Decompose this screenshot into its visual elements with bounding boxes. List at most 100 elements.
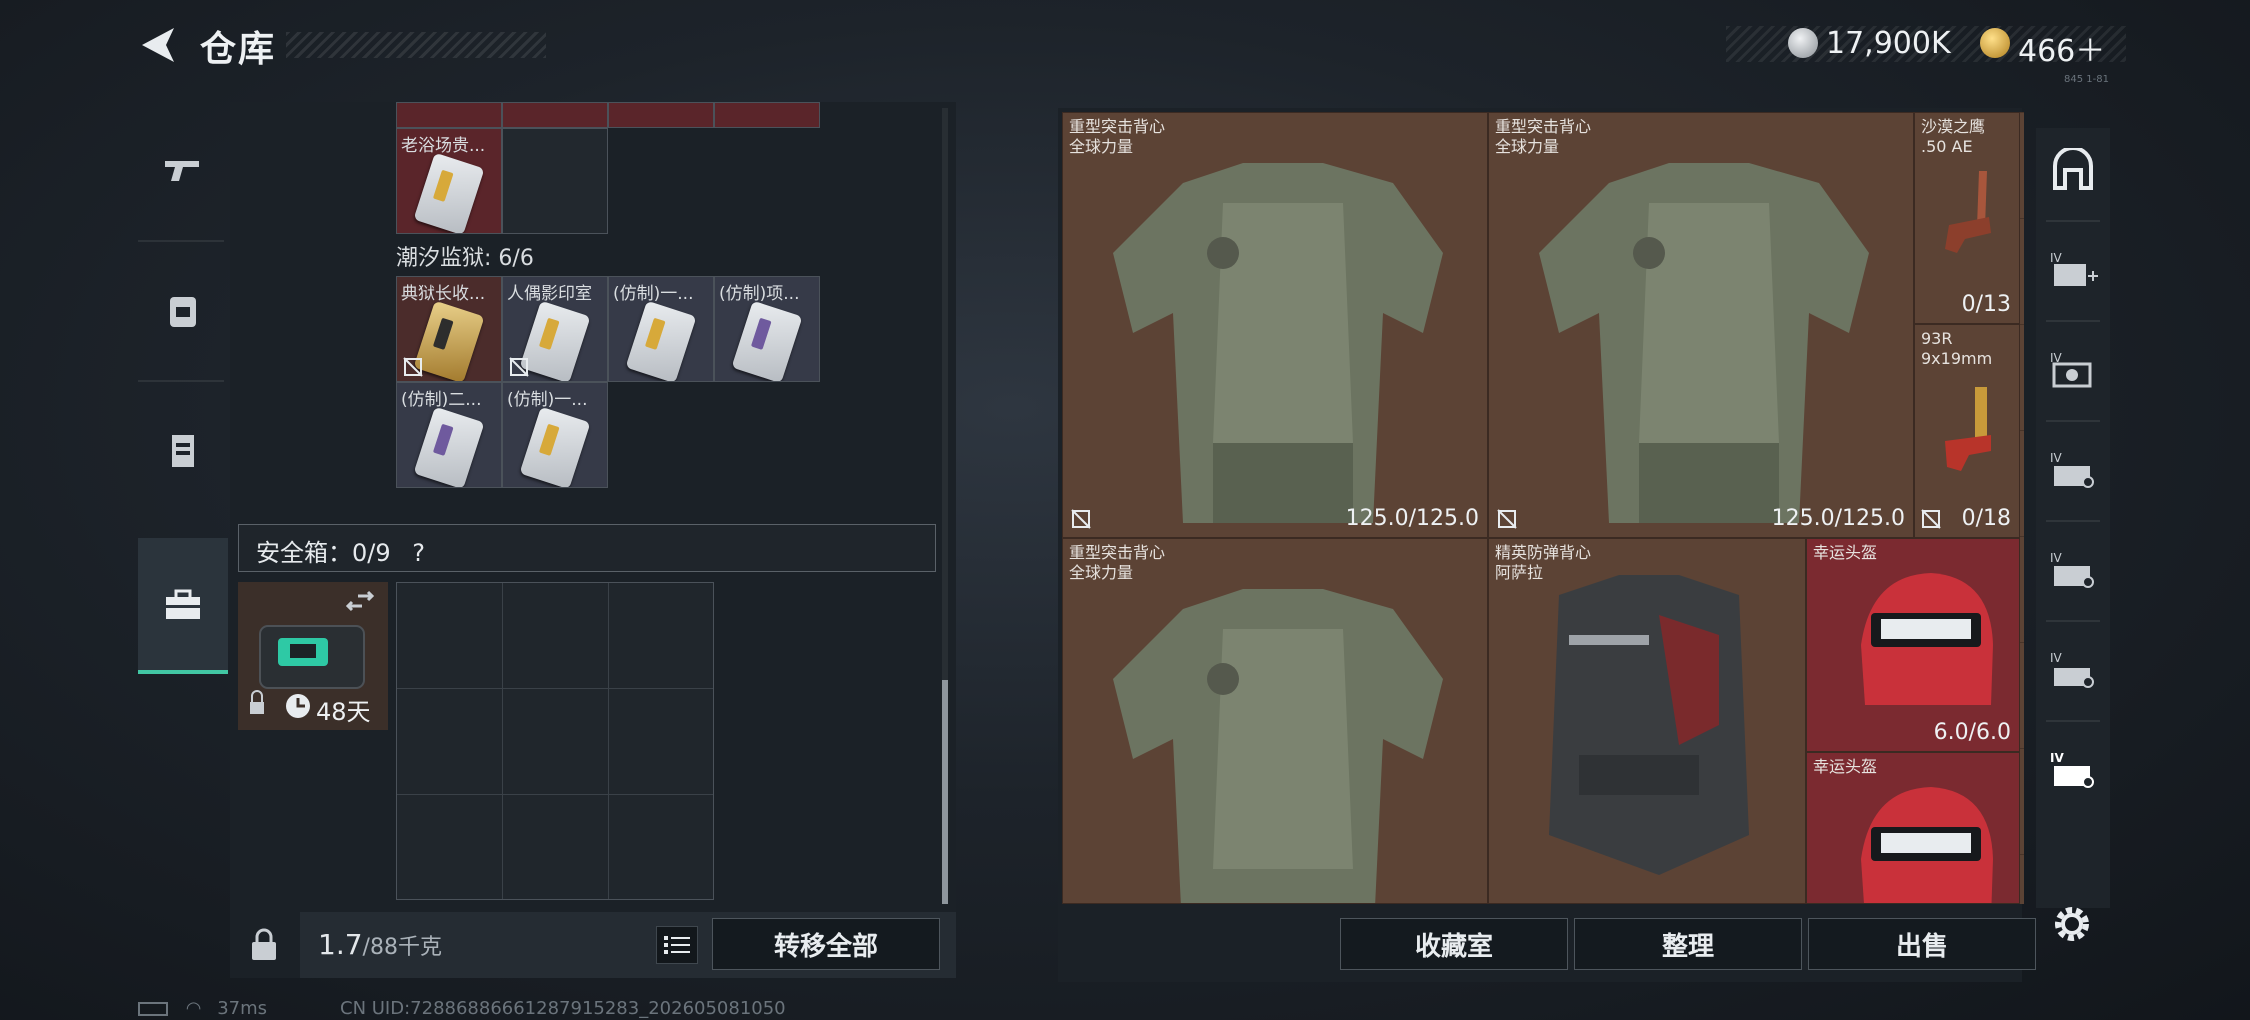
stash-item-vest[interactable]: 精英防弹背心 阿萨拉	[1488, 538, 1806, 904]
stash-item-helmet[interactable]: 幸运头盔	[1806, 752, 2020, 904]
gold-coin-value[interactable]: 466＋	[2018, 26, 2105, 70]
stash-camera-icon: IV	[2050, 351, 2092, 388]
toolbox-icon	[166, 589, 200, 619]
inventory-cell[interactable]	[502, 128, 608, 234]
inventory-item[interactable]: (仿制)一...	[502, 382, 608, 488]
stash-item-weapon[interactable]: 93R 9x19mm 0/18	[1914, 324, 2020, 538]
inventory-item[interactable]: 人偶影印室	[502, 276, 608, 382]
item-label: 人偶影印室	[507, 284, 592, 304]
item-durability: 6.0/6.0	[1933, 720, 2011, 745]
item-name: 幸运头盔	[1813, 757, 1878, 776]
svg-text:IV: IV	[2050, 251, 2063, 265]
wifi-icon: ◠	[185, 998, 202, 1019]
inventory-cell[interactable]	[502, 102, 608, 128]
settings-gear-icon[interactable]	[2048, 900, 2096, 948]
vest-image-icon	[1113, 163, 1443, 523]
vest-image-icon	[1549, 575, 1749, 875]
rail-tab-safebox[interactable]	[138, 538, 228, 674]
item-label: (仿制)二...	[401, 390, 482, 410]
collection-room-button[interactable]: 收藏室	[1340, 918, 1568, 970]
list-view-button[interactable]	[656, 926, 698, 964]
keycard-icon	[413, 300, 485, 381]
no-bind-icon	[1921, 509, 1941, 529]
backpack-icon	[170, 297, 196, 327]
transfer-all-button[interactable]: 转移全部	[712, 918, 940, 970]
title-decoration	[286, 32, 546, 58]
rail-tab-map-zone[interactable]	[2036, 128, 2110, 212]
no-bind-icon	[1497, 509, 1517, 529]
inventory-cell[interactable]	[608, 102, 714, 128]
item-durability: 125.0/125.0	[1345, 506, 1479, 531]
item-label: (仿制)项...	[719, 284, 800, 304]
item-ammo-count: 0/18	[1961, 506, 2011, 531]
keycard-icon	[519, 406, 591, 487]
stash-item-vest[interactable]: 重型突击背心 全球力量 125.0/125.0	[1062, 112, 1488, 538]
item-name: 93R 9x19mm	[1921, 329, 1993, 368]
rail-tab-stash-camera[interactable]: IV	[2036, 328, 2110, 412]
silver-coin-value: 17,900K	[1826, 26, 1951, 61]
stash-case-icon-2: IV	[2050, 551, 2094, 588]
inventory-cell[interactable]	[396, 102, 502, 128]
silver-coin-icon	[1788, 28, 1818, 58]
rail-tab-stash-case-2[interactable]: IV	[2036, 528, 2110, 612]
item-label: (仿制)一...	[507, 390, 588, 410]
stash-item-vest[interactable]: 重型突击背心 全球力量	[1062, 538, 1488, 904]
safe-box-grid[interactable]	[396, 582, 714, 900]
latency: 37ms	[217, 998, 268, 1019]
inventory-item[interactable]: (仿制)一...	[608, 276, 714, 382]
inventory-cell[interactable]	[714, 102, 820, 128]
weight-max: /88千克	[362, 935, 442, 960]
inventory-item[interactable]: 典狱长收...	[396, 276, 502, 382]
rail-tab-stash-case-3[interactable]: IV	[2036, 628, 2110, 712]
inventory-item[interactable]: 老浴场贵...	[396, 128, 502, 234]
rail-tab-stash-add[interactable]: IV	[2036, 228, 2110, 312]
back-arrow-icon[interactable]	[136, 22, 182, 68]
stash-item-helmet[interactable]: 幸运头盔 6.0/6.0	[1806, 538, 2020, 752]
lock-button[interactable]	[230, 912, 298, 978]
rail-tab-vest[interactable]	[138, 382, 228, 518]
stash-case-icon-1: IV	[2050, 451, 2094, 488]
safe-case-item[interactable]: 48天	[238, 582, 388, 730]
vest-icon	[172, 435, 194, 467]
left-category-rail	[138, 102, 228, 674]
user-uid: CN UID:72886886661287915283_202605081050	[340, 998, 786, 1019]
battery-icon	[138, 1002, 168, 1016]
version-tag: 845 1-81	[2064, 74, 2109, 85]
no-bind-icon	[509, 357, 529, 377]
help-icon[interactable]: ?	[412, 539, 425, 567]
lock-icon	[252, 928, 276, 960]
stash-item-weapon[interactable]: 沙漠之鹰 .50 AE 0/13	[1914, 112, 2020, 324]
rail-tab-stash-case-4[interactable]: IV	[2036, 728, 2110, 812]
keycard-icon	[413, 406, 485, 487]
safe-box-label: 安全箱：0/9 ?	[256, 533, 425, 568]
item-durability: 125.0/125.0	[1771, 506, 1905, 531]
organize-button[interactable]: 整理	[1574, 918, 1802, 970]
rail-tab-weapons[interactable]	[138, 102, 228, 238]
item-name: 沙漠之鹰 .50 AE	[1921, 117, 1986, 156]
group-label: 潮汐监狱: 6/6	[396, 246, 534, 271]
page-title: 仓库	[200, 29, 277, 70]
inventory-item[interactable]: (仿制)二...	[396, 382, 502, 488]
no-bind-icon	[1071, 509, 1091, 529]
item-name: 幸运头盔	[1813, 543, 1878, 562]
stash-grid[interactable]: 重型突击背心 全球力量 125.0/125.0 重型突击背心 全球力量 125.0/…	[1062, 112, 2024, 904]
helmet-image-icon	[1861, 787, 1993, 903]
stash-item-vest[interactable]: 重型突击背心 全球力量 125.0/125.0	[1488, 112, 1914, 538]
keycard-icon	[413, 152, 485, 233]
item-label: (仿制)一...	[613, 284, 694, 304]
pistol-image-icon	[1945, 171, 1991, 253]
gold-coin-icon	[1980, 28, 2010, 58]
safe-box-timer: 48天	[316, 698, 371, 726]
item-ammo-count: 0/13	[1961, 292, 2011, 317]
status-bar: ◠ 37ms	[138, 998, 267, 1019]
svg-text:IV: IV	[2050, 551, 2063, 565]
no-bind-icon	[403, 357, 423, 377]
keycard-icon	[519, 300, 591, 381]
vest-image-icon	[1113, 589, 1443, 903]
rail-tab-backpack[interactable]	[138, 242, 228, 378]
sell-button[interactable]: 出售	[1808, 918, 2036, 970]
pistol-icon	[165, 161, 199, 181]
inventory-item[interactable]: (仿制)项...	[714, 276, 820, 382]
rail-tab-stash-case-1[interactable]: IV	[2036, 428, 2110, 512]
inventory-scroll-thumb[interactable]	[942, 680, 948, 904]
